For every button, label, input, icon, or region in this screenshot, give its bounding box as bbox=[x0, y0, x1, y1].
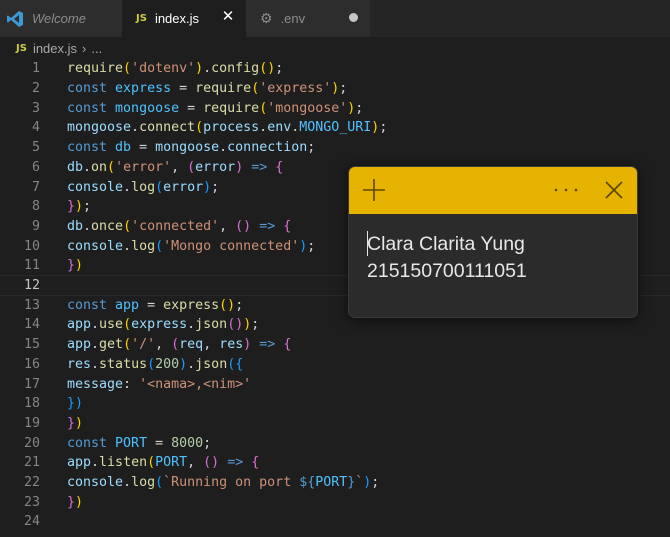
line-number: 21 bbox=[23, 455, 40, 471]
tab-env-label: .env bbox=[280, 11, 306, 26]
line-number: 6 bbox=[31, 159, 40, 175]
line-number: 14 bbox=[23, 317, 40, 333]
note-line-id: 215150700111051 bbox=[367, 260, 527, 282]
more-options-icon[interactable] bbox=[553, 187, 579, 193]
line-number: 22 bbox=[23, 475, 40, 491]
line-number: 3 bbox=[31, 100, 40, 116]
unsaved-dot-icon[interactable] bbox=[349, 13, 358, 22]
code-line[interactable]: 19}) bbox=[0, 414, 670, 434]
sticky-note[interactable]: Clara Clarita Yung 215150700111051 bbox=[348, 166, 638, 318]
code-line[interactable]: 4 mongoose.connect(process.env.MONGO_URI)… bbox=[0, 118, 670, 138]
line-number: 17 bbox=[23, 376, 40, 392]
code-line[interactable]: 2 const express = require('express'); bbox=[0, 79, 670, 99]
line-number: 19 bbox=[23, 415, 40, 431]
code-line[interactable]: 3 const mongoose = require('mongoose'); bbox=[0, 98, 670, 118]
js-file-icon: JS bbox=[136, 13, 147, 24]
line-number: 13 bbox=[23, 297, 40, 313]
vscode-logo-icon bbox=[7, 10, 23, 27]
chevron-right-icon: › bbox=[82, 40, 87, 56]
line-number: 16 bbox=[23, 356, 40, 372]
sticky-note-text[interactable]: Clara Clarita Yung 215150700111051 bbox=[367, 231, 527, 285]
line-number: 23 bbox=[23, 494, 40, 510]
line-number: 4 bbox=[31, 120, 40, 136]
tab-welcome[interactable]: Welcome bbox=[0, 0, 122, 37]
breadcrumb: JS index.js › ... bbox=[0, 37, 670, 59]
note-line-name: Clara Clarita Yung bbox=[367, 233, 525, 255]
tab-index-js[interactable]: JS index.js ✕ bbox=[122, 0, 246, 37]
line-number: 20 bbox=[23, 435, 40, 451]
code-line[interactable]: 18}) bbox=[0, 394, 670, 414]
code-line[interactable]: 22 console.log(`Running on port ${PORT}`)… bbox=[0, 473, 670, 493]
line-number: 1 bbox=[31, 61, 40, 77]
code-line[interactable]: 17 message: '<nama>,<nim>' bbox=[0, 374, 670, 394]
line-number: 12 bbox=[23, 278, 40, 294]
line-number: 9 bbox=[31, 218, 40, 234]
tab-welcome-label: Welcome bbox=[32, 11, 86, 26]
breadcrumb-more[interactable]: ... bbox=[91, 41, 102, 56]
code-line[interactable]: 20 const PORT = 8000; bbox=[0, 433, 670, 453]
plus-icon[interactable] bbox=[361, 177, 387, 203]
line-number: 5 bbox=[31, 140, 40, 156]
line-number: 8 bbox=[31, 199, 40, 215]
code-line[interactable]: 24 bbox=[0, 512, 670, 532]
line-number: 2 bbox=[31, 81, 40, 97]
breadcrumb-file[interactable]: index.js bbox=[33, 41, 77, 56]
js-file-icon: JS bbox=[16, 42, 27, 54]
code-line[interactable]: 1 require('dotenv').config(); bbox=[0, 59, 670, 79]
line-number: 15 bbox=[23, 337, 40, 353]
code-line[interactable]: 5 const db = mongoose.connection; bbox=[0, 138, 670, 158]
tab-bar: Welcome JS index.js ✕ ⚙ .env bbox=[0, 0, 670, 37]
code-line[interactable]: 23}) bbox=[0, 492, 670, 512]
tab-index-label: index.js bbox=[154, 11, 200, 26]
line-number: 7 bbox=[31, 179, 40, 195]
close-tab-icon[interactable]: ✕ bbox=[220, 9, 236, 25]
code-line[interactable]: 21 app.listen(PORT, () => { bbox=[0, 453, 670, 473]
code-line[interactable]: 15 app.get('/', (req, res) => { bbox=[0, 335, 670, 355]
line-number: 18 bbox=[23, 396, 40, 412]
line-number: 10 bbox=[23, 238, 40, 254]
sticky-note-header[interactable] bbox=[349, 167, 637, 214]
code-line[interactable]: 16 res.status(200).json({ bbox=[0, 355, 670, 375]
line-number: 11 bbox=[23, 258, 40, 274]
code-line[interactable]: 14 app.use(express.json()); bbox=[0, 315, 670, 335]
gear-icon: ⚙ bbox=[260, 10, 273, 26]
tab-env[interactable]: ⚙ .env bbox=[246, 0, 370, 37]
close-icon[interactable] bbox=[603, 179, 625, 201]
line-number: 24 bbox=[23, 514, 40, 530]
